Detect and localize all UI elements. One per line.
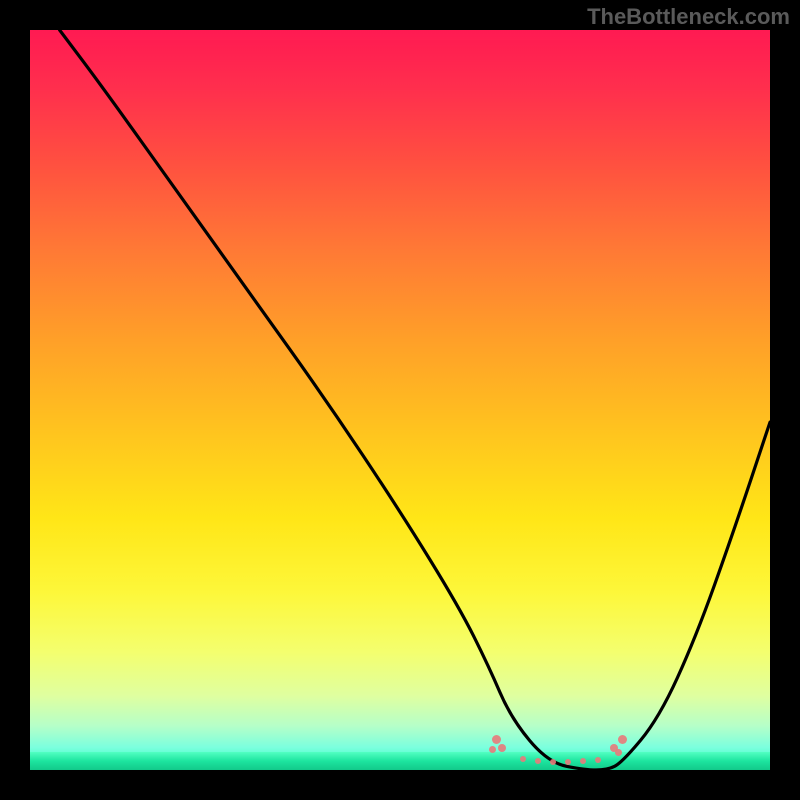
valley-marker-left-2 xyxy=(498,744,506,752)
valley-marker-left-1 xyxy=(492,735,501,744)
curve-svg xyxy=(30,30,770,770)
valley-marker-center-4 xyxy=(565,759,571,765)
valley-marker-right-3 xyxy=(615,749,622,756)
valley-marker-center-3 xyxy=(550,759,556,765)
valley-marker-center-1 xyxy=(520,756,526,762)
bottleneck-curve xyxy=(60,30,770,770)
valley-marker-center-2 xyxy=(535,758,541,764)
valley-marker-left-3 xyxy=(489,746,496,753)
valley-marker-center-6 xyxy=(595,757,601,763)
watermark-text: TheBottleneck.com xyxy=(587,4,790,30)
chart-container: TheBottleneck.com xyxy=(0,0,800,800)
plot-area xyxy=(30,30,770,770)
valley-marker-right-2 xyxy=(618,735,627,744)
valley-marker-center-5 xyxy=(580,758,586,764)
